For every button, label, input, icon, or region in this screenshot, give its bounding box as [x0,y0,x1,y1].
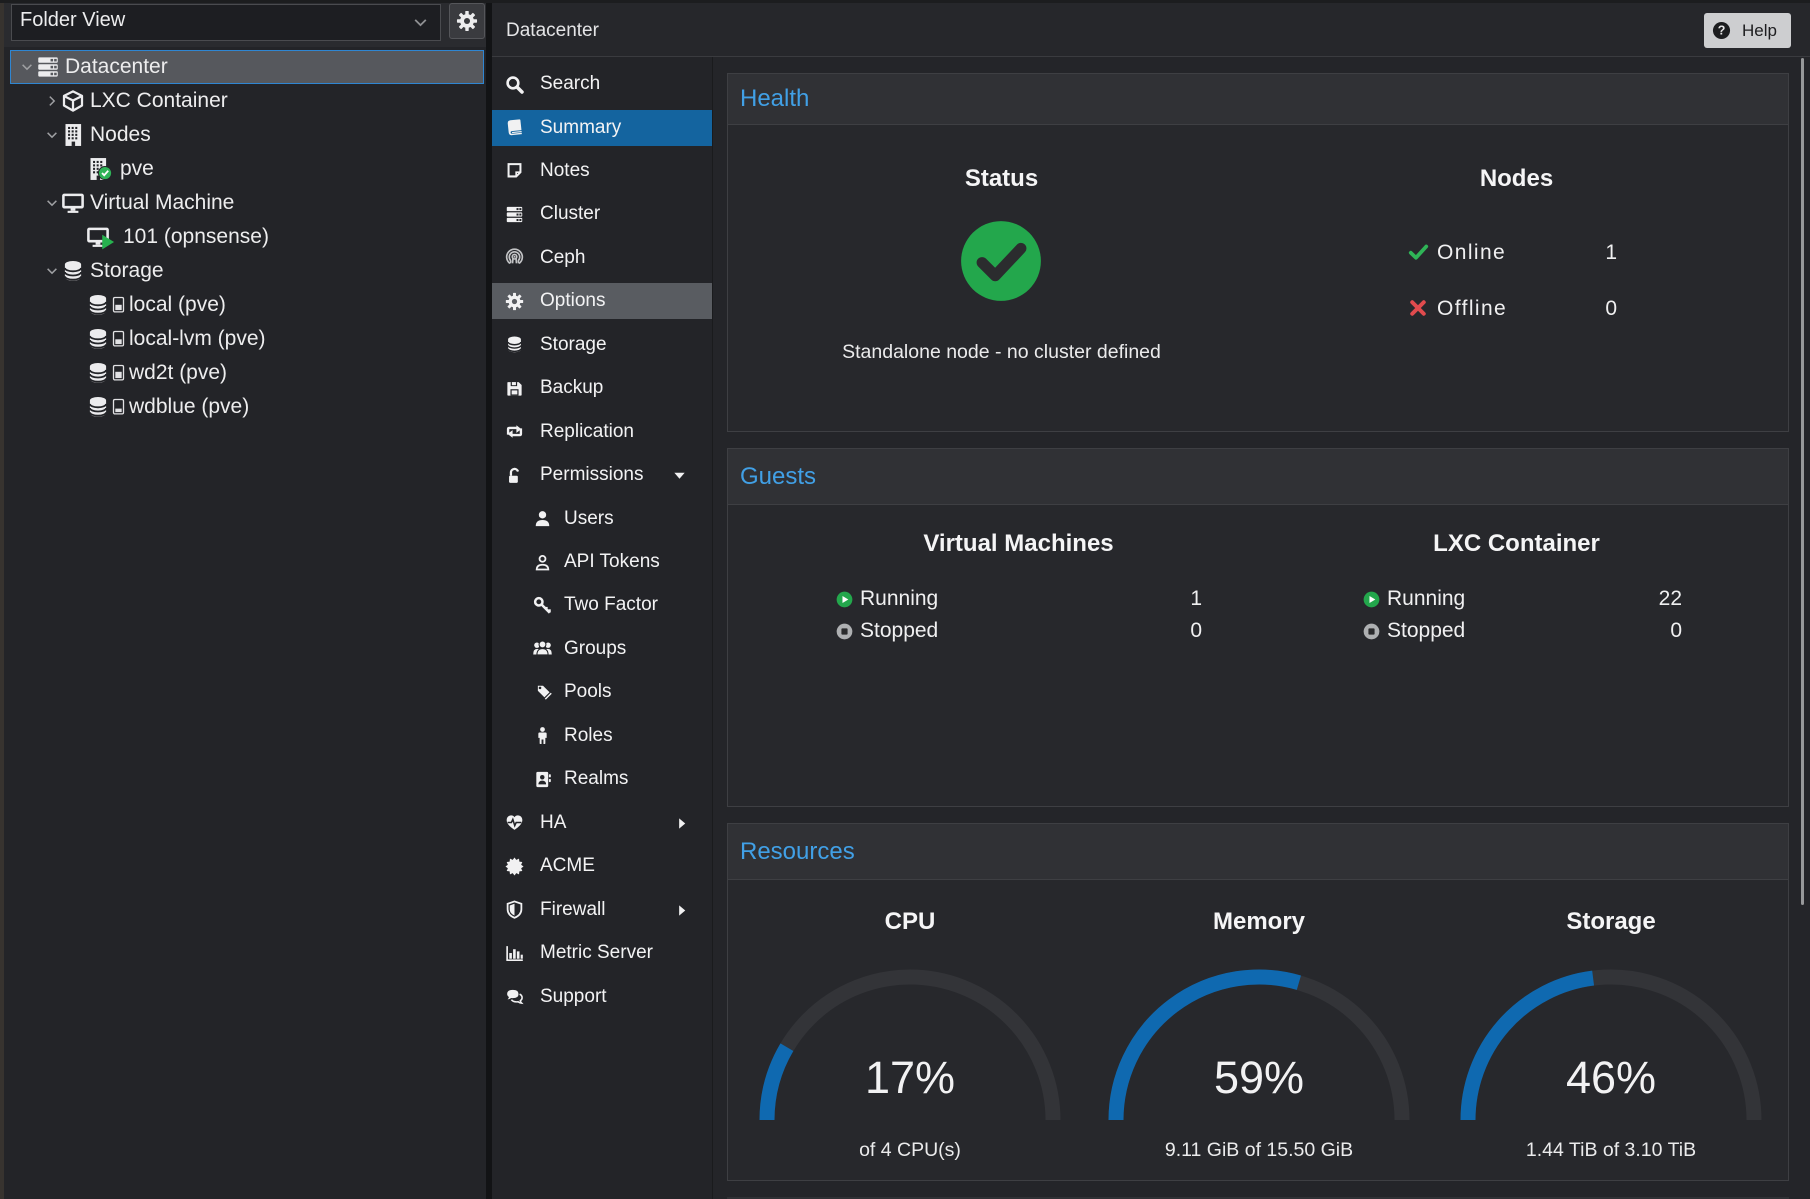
svg-text:?: ? [1718,24,1726,38]
